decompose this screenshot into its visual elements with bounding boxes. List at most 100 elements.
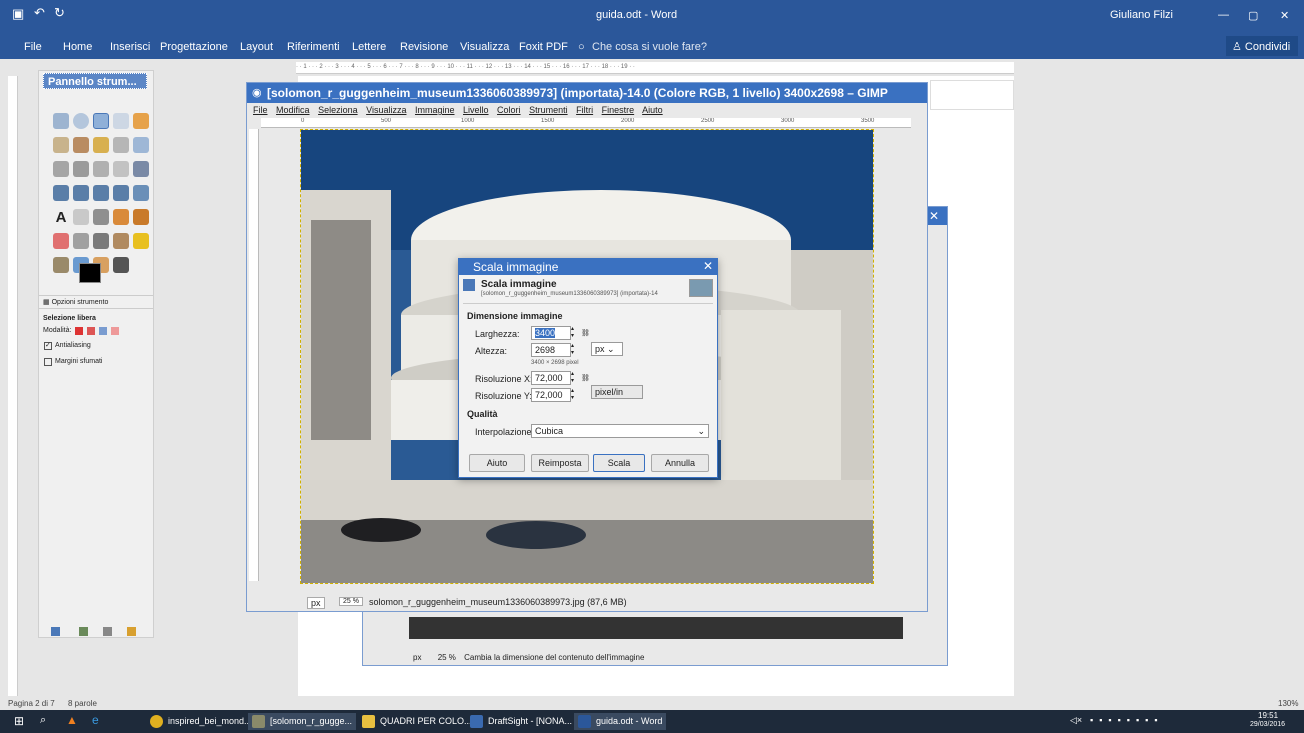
tab-layout[interactable]: Layout <box>240 41 273 53</box>
crop-icon[interactable] <box>113 161 129 177</box>
menu-filtri[interactable]: Filtri <box>576 105 593 115</box>
gimp2-close-icon[interactable]: ✕ <box>929 209 939 223</box>
gimp-vertical-ruler[interactable] <box>249 129 259 581</box>
start-icon[interactable]: ⊞ <box>14 714 24 728</box>
share-button[interactable]: ♙ Condividi <box>1226 36 1298 56</box>
tab-file[interactable]: File <box>24 41 42 53</box>
rect-select-icon[interactable] <box>53 113 69 129</box>
taskbar-item-gimp[interactable]: [solomon_r_gugge... <box>248 713 357 730</box>
move-icon[interactable] <box>73 161 89 177</box>
user-name[interactable]: Giuliano Filzi <box>1110 9 1173 21</box>
gradient-icon[interactable] <box>93 209 109 225</box>
cancel-button[interactable]: Annulla <box>651 454 709 472</box>
gimp2-unit[interactable]: px <box>413 653 421 662</box>
paintbrush-icon[interactable] <box>133 209 149 225</box>
menu-file[interactable]: File <box>253 105 268 115</box>
cage-icon[interactable] <box>133 185 149 201</box>
zoom-level[interactable]: 130% <box>1278 699 1298 708</box>
menu-immagine[interactable]: Immagine <box>415 105 455 115</box>
scale-button[interactable]: Scala <box>593 454 645 472</box>
tab-progettazione[interactable]: Progettazione <box>160 41 228 53</box>
redo-icon[interactable]: ↻ <box>54 5 65 21</box>
align-icon[interactable] <box>93 161 109 177</box>
tab-inserisci[interactable]: Inserisci <box>110 41 150 53</box>
tab-lettere[interactable]: Lettere <box>352 41 386 53</box>
mode-replace-icon[interactable] <box>75 327 83 335</box>
tool-options-tab[interactable]: ▦ Opzioni strumento <box>39 295 153 309</box>
free-select-icon[interactable] <box>93 113 109 129</box>
interp-select[interactable]: Cubica ⌄ <box>531 424 709 438</box>
perspective-clone-icon[interactable] <box>53 257 69 273</box>
word-text-box[interactable] <box>930 80 1014 110</box>
measure-icon[interactable] <box>53 161 69 177</box>
dodge-burn-icon[interactable] <box>113 257 129 273</box>
mode-intersect-icon[interactable] <box>111 327 119 335</box>
reset-button[interactable]: Reimposta <box>531 454 589 472</box>
shear-icon[interactable] <box>73 185 89 201</box>
delete-options-icon[interactable] <box>103 627 112 636</box>
dialog-close-icon[interactable]: ✕ <box>703 259 713 273</box>
help-button[interactable]: Aiuto <box>469 454 525 472</box>
undo-icon[interactable]: ↶ <box>34 5 45 21</box>
gimp-window-title[interactable]: [solomon_r_guggenheim_museum133606038997… <box>247 83 927 103</box>
dialog-titlebar[interactable]: Scala immagine <box>459 259 717 275</box>
res-chain-link-icon[interactable]: ⛓ <box>581 374 590 400</box>
paths-icon[interactable] <box>93 137 109 153</box>
clone-icon[interactable] <box>113 233 129 249</box>
zoom-select[interactable]: 25 % <box>339 597 363 606</box>
mode-add-icon[interactable] <box>87 327 95 335</box>
close-icon[interactable]: ✕ <box>1280 9 1289 22</box>
menu-strumenti[interactable]: Strumenti <box>529 105 568 115</box>
feather-checkbox[interactable] <box>44 358 52 366</box>
ellipse-select-icon[interactable] <box>73 113 89 129</box>
resy-field[interactable]: 72,000 <box>531 388 571 402</box>
resx-field[interactable]: 72,000 <box>531 371 571 385</box>
restore-options-icon[interactable] <box>79 627 88 636</box>
chain-link-icon[interactable]: ⛓ <box>581 329 590 355</box>
width-field[interactable]: 3400 <box>531 326 571 340</box>
antialias-checkbox[interactable]: ✓ <box>44 342 52 350</box>
eraser-icon[interactable] <box>53 233 69 249</box>
menu-livello[interactable]: Livello <box>463 105 489 115</box>
flip-icon[interactable] <box>113 185 129 201</box>
foreground-color-swatch[interactable] <box>79 263 101 283</box>
menu-finestre[interactable]: Finestre <box>602 105 635 115</box>
gimp2-zoom[interactable]: 25 % <box>438 653 456 662</box>
word-count[interactable]: 8 parole <box>68 699 97 708</box>
reset-options-icon[interactable] <box>127 627 136 636</box>
color-picker-icon[interactable] <box>113 137 129 153</box>
clock-time[interactable]: 19:51 <box>1258 711 1278 720</box>
menu-modifica[interactable]: Modifica <box>276 105 310 115</box>
gimp-toolbox[interactable]: Pannello strum... A ▦ Opzioni strumento … <box>38 70 154 638</box>
heal-icon[interactable] <box>133 233 149 249</box>
tab-revisione[interactable]: Revisione <box>400 41 448 53</box>
minimize-icon[interactable]: — <box>1218 9 1229 21</box>
color-select-icon[interactable] <box>133 113 149 129</box>
perspective-icon[interactable] <box>93 185 109 201</box>
text-tool-icon[interactable]: A <box>53 209 69 226</box>
width-spinner[interactable]: ▴ ▾ <box>571 326 578 340</box>
scale-image-dialog[interactable]: Scala immagine ✕ Scala immagine [solomon… <box>458 258 718 478</box>
tab-visualizza[interactable]: Visualizza <box>460 41 509 53</box>
page-count[interactable]: Pagina 2 di 7 <box>8 699 55 708</box>
height-field[interactable]: 2698 <box>531 343 571 357</box>
clock-date[interactable]: 29/03/2016 <box>1250 721 1285 728</box>
menu-colori[interactable]: Colori <box>497 105 521 115</box>
search-icon[interactable]: ⌕ <box>40 714 46 727</box>
height-spinner[interactable]: ▴ ▾ <box>571 343 578 357</box>
unit-select[interactable]: px <box>307 597 325 609</box>
bucket-fill-icon[interactable] <box>73 209 89 225</box>
vlc-icon[interactable]: ▲ <box>66 713 78 727</box>
menu-aiuto[interactable]: Aiuto <box>642 105 663 115</box>
pencil-icon[interactable] <box>113 209 129 225</box>
zoom-icon[interactable] <box>133 137 149 153</box>
gimp-horizontal-ruler[interactable]: 0 500 1000 1500 2000 2500 3000 3500 <box>261 118 911 128</box>
tell-me-box[interactable]: Che cosa si vuole fare? <box>592 41 707 53</box>
resx-spinner[interactable]: ▴ ▾ <box>571 371 578 385</box>
scissors-icon[interactable] <box>53 137 69 153</box>
save-options-icon[interactable] <box>51 627 60 636</box>
menu-seleziona[interactable]: Seleziona <box>318 105 358 115</box>
volume-icon[interactable]: ◁× <box>1070 715 1082 726</box>
size-unit-select[interactable]: px ⌄ <box>591 342 623 356</box>
menu-visualizza[interactable]: Visualizza <box>366 105 406 115</box>
